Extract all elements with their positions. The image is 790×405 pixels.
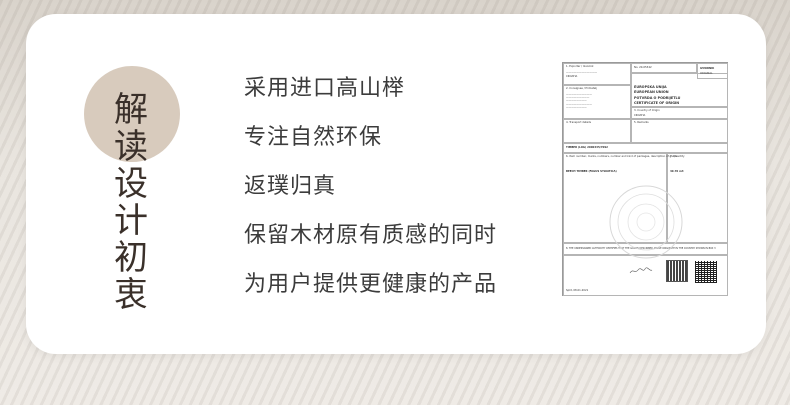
title-char: 设 <box>114 164 148 204</box>
cert-place-date: Split, 08.01.2021 <box>566 289 589 292</box>
cert-goods-line: BEECH TIMBER (FAGUS SYLVATICA) <box>566 170 617 173</box>
cert-country: CROATIA <box>566 75 578 78</box>
cert-timber-line: TIMBER (LOG) 2000435/7092 <box>566 146 608 149</box>
feature-item: 返璞归真 <box>244 174 337 199</box>
cert-remarks-label: 5. Remarks <box>634 121 649 124</box>
cert-stamp-icon <box>666 260 688 282</box>
cert-consignee-lines: —————————— ————————— ———————— —————————— ———… <box>566 93 592 109</box>
cert-consignee-label: 2. Consignee / Primatelj <box>566 87 597 90</box>
cert-exporter-line: ———————————— <box>566 71 598 74</box>
title-char: 初 <box>114 238 148 278</box>
feature-item: 为用户提供更健康的产品 <box>244 272 498 297</box>
cert-watermark-seal <box>609 185 683 259</box>
cert-qr-code-icon <box>695 261 717 283</box>
cert-number: No. 20-05342 <box>634 66 652 69</box>
feature-item: 专注自然环保 <box>244 125 383 150</box>
certificate-of-origin-image: 1. Exporter / Izvoznik ———————————— CROA… <box>562 62 728 296</box>
title-char: 读 <box>114 127 148 167</box>
cert-title-hr: EUROPSKA UNIJA <box>634 85 667 89</box>
cert-title-en: EUROPEAN UNION <box>634 90 669 94</box>
cert-exporter-label: 1. Exporter / Izvoznik <box>566 65 594 68</box>
title-char: 衷 <box>114 275 148 315</box>
cert-goods-label: 6. Item number, marks, numbers, number a… <box>566 155 678 158</box>
feature-item: 保留木材原有质感的同时 <box>244 223 498 248</box>
cert-original-hr: IZVORNIK <box>700 67 715 70</box>
cert-quantity-label: 7. Quantity <box>670 155 685 158</box>
cert-origin-value: CROATIA <box>634 114 646 117</box>
cert-qty-line: 40.70 m3 <box>670 170 684 173</box>
cert-title-cert-en: CERTIFICATE OF ORIGIN <box>634 101 680 105</box>
feature-item: 采用进口高山榉 <box>244 76 406 101</box>
cert-transport-label: 4. Transport details <box>566 121 591 124</box>
title-char: 计 <box>114 201 148 241</box>
cert-origin-label: 3. Country of Origin <box>634 109 660 112</box>
cert-original-en: ORIGINAL <box>700 72 713 75</box>
cert-title-cert-hr: POTVRDA O PODRIJETLU <box>634 96 681 100</box>
vertical-title: 解 读 设 计 初 衷 <box>106 92 156 314</box>
cert-signature <box>629 267 653 274</box>
title-char: 解 <box>114 90 148 130</box>
